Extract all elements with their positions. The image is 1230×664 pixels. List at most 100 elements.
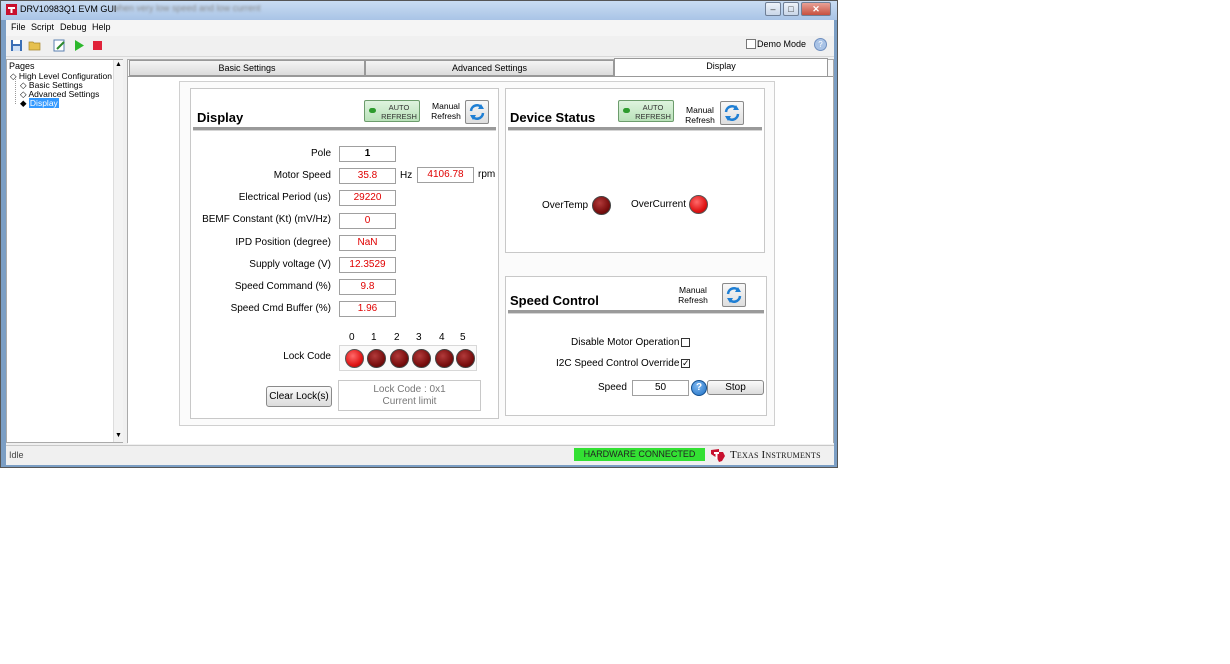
lock-led-3 [412,349,431,368]
ti-app-icon [6,4,17,15]
speed-control-title: Speed Control [510,293,599,308]
manual-text: Manual [432,101,460,111]
manual-text: Manual [679,285,707,295]
tree-bullet-icon: ◆ [20,98,27,108]
supply-voltage-label: Supply voltage (V) [249,259,331,270]
lock-code-message: Lock Code : 0x1 [373,384,446,395]
ipd-position-value: NaN [339,235,396,251]
auto-refresh-label: AUTO REFRESH [635,103,671,121]
tab-advanced-settings[interactable]: Advanced Settings [365,60,614,76]
lock-code-led-group [339,345,477,371]
speed-help-icon[interactable]: ? [691,380,707,396]
ti-brand-name: Texas Instruments [730,449,821,461]
speed-cmd-buffer-value: 1.96 [339,301,396,317]
close-button[interactable]: ✕ [801,2,831,16]
speed-input[interactable]: 50 [632,380,689,396]
refresh-text: Refresh [685,115,715,125]
status-auto-refresh-button[interactable]: AUTO REFRESH [618,100,674,122]
scroll-down-icon[interactable]: ▼ [115,432,122,439]
overtemp-label: OverTemp [542,200,589,211]
lock-led-0 [345,349,364,368]
tab-display[interactable]: Display [614,58,828,76]
client-area: File Script Debug Help Demo Mode ? Pages… [6,20,834,465]
demo-mode-checkbox[interactable] [746,39,756,49]
hardware-connected-indicator: HARDWARE CONNECTED [574,448,705,461]
display-panel-title: Display [197,110,244,125]
toolbar: Demo Mode ? [6,36,834,57]
lock-index-3: 3 [416,332,422,343]
scroll-up-icon[interactable]: ▲ [115,61,122,68]
stop-icon[interactable] [91,39,104,52]
device-status-title: Device Status [510,110,596,125]
motor-speed-hz-value: 35.8 [339,168,396,184]
clear-locks-button[interactable]: Clear Lock(s) [266,386,332,407]
tree-connector [15,79,17,104]
auto-refresh-indicator [369,108,376,113]
tree-item-label: Display [28,98,59,108]
device-status-panel: Device Status AUTO REFRESH Manual Refres… [505,88,765,253]
menu-help[interactable]: Help [92,22,111,32]
speed-manual-refresh-button[interactable] [722,283,746,307]
disable-motor-label: Disable Motor Operation [571,337,680,348]
display-auto-refresh-button[interactable]: AUTO REFRESH [364,100,420,122]
ipd-position-label: IPD Position (degree) [235,237,331,248]
pole-label: Pole [310,148,331,159]
tree-scrollbar[interactable]: ▲ ▼ [113,60,123,442]
open-folder-icon[interactable] [28,39,41,52]
display-tab-page: Display AUTO REFRESH Manual Refresh Pole… [128,76,833,444]
lock-reason-message: Current limit [382,396,437,407]
refresh-icon [726,287,742,303]
overcurrent-led [689,195,708,214]
lock-led-1 [367,349,386,368]
menu-script[interactable]: Script [31,22,54,32]
run-icon[interactable] [72,39,85,52]
save-icon[interactable] [10,39,23,52]
lock-led-5 [456,349,475,368]
speed-command-value: 9.8 [339,279,396,295]
tab-basic-settings[interactable]: Basic Settings [129,60,365,76]
stop-button[interactable]: Stop [707,380,764,395]
minimize-button[interactable]: – [765,2,781,16]
supply-voltage-value: 12.3529 [339,257,396,273]
edit-script-icon[interactable] [53,39,66,52]
overtemp-led [592,196,611,215]
auto-refresh-label: AUTO REFRESH [381,103,417,121]
manual-text: Manual [686,105,714,115]
lock-index-4: 4 [439,332,445,343]
pages-tree: Pages ◇ High Level Configuration ◇ Basic… [6,59,123,443]
status-manual-refresh-label: Manual Refresh [683,105,717,125]
demo-mode-label: Demo Mode [757,39,807,49]
status-manual-refresh-button[interactable] [720,101,744,125]
tree-item-display[interactable]: ◆ Display [20,98,59,109]
rpm-unit: rpm [478,169,496,180]
bemf-constant-label: BEMF Constant (Kt) (mV/Hz) [202,214,331,225]
title-bar[interactable]: DRV10983Q1 EVM GUI - when very low speed… [1,1,837,20]
display-manual-refresh-button[interactable] [465,100,489,124]
main-area: Basic Settings Advanced Settings Display… [127,58,834,444]
lock-message-box: Lock Code : 0x1 Current limit [338,380,481,411]
menu-debug[interactable]: Debug [60,22,87,32]
i2c-override-checkbox[interactable]: ✓ [681,359,690,368]
electrical-period-label: Electrical Period (us) [238,192,331,203]
lock-index-0: 0 [349,332,355,343]
speed-command-label: Speed Command (%) [234,281,331,292]
ti-logo-icon [711,449,725,462]
lock-index-1: 1 [371,332,377,343]
pages-header: Pages [9,61,35,71]
motor-speed-label: Motor Speed [273,170,331,181]
motor-speed-rpm-value: 4106.78 [417,167,474,183]
electrical-period-value: 29220 [339,190,396,206]
window-title: DRV10983Q1 EVM GUI [20,4,117,14]
lock-code-label: Lock Code [283,351,331,362]
speed-label: Speed [598,382,627,393]
lock-led-2 [390,349,409,368]
menu-file[interactable]: File [11,22,26,32]
disable-motor-checkbox[interactable] [681,338,690,347]
refresh-text: Refresh [678,295,708,305]
lock-index-5: 5 [460,332,466,343]
maximize-button[interactable]: □ [783,2,799,16]
help-icon[interactable]: ? [814,38,827,51]
refresh-icon [724,105,740,121]
menu-bar: File Script Debug Help [6,20,834,36]
pole-value: 1 [339,146,396,162]
